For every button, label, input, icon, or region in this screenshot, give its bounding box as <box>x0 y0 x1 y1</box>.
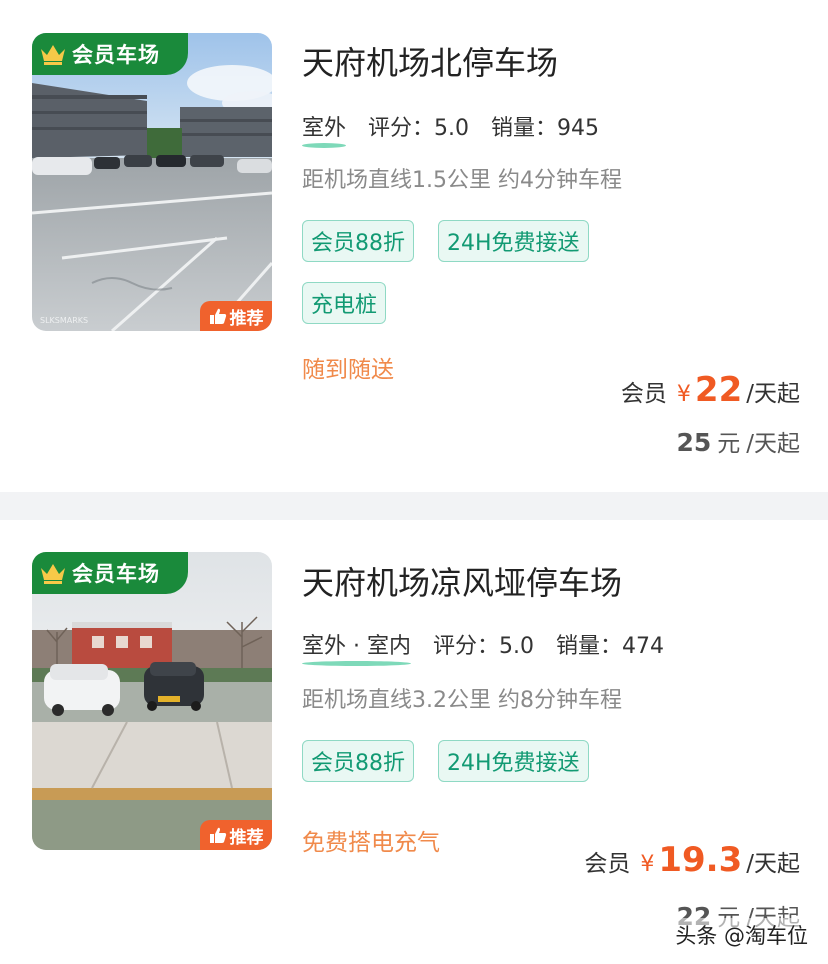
tag-free-shuttle: 24H免费接送 <box>438 740 589 782</box>
rating: 评分：5.0 <box>368 116 470 141</box>
price-unit: /天起 <box>746 431 800 457</box>
card-separator <box>0 492 828 520</box>
recommend-badge: 推荐 <box>200 820 272 850</box>
recommend-badge-text: 推荐 <box>229 827 264 848</box>
rating: 评分：5.0 <box>432 634 534 659</box>
tag-member-discount: 会员88折 <box>302 220 414 262</box>
lot-meta-row: 室外 · 室内 评分：5.0 销量：474 <box>302 628 664 666</box>
parking-lot-name[interactable]: 天府机场北停车场 <box>302 38 558 84</box>
source-watermark: 头条 @淘车位 <box>671 918 812 952</box>
price-unit: /天起 <box>746 381 800 407</box>
crown-icon <box>41 45 65 65</box>
recommend-badge-text: 推荐 <box>229 308 264 329</box>
parking-lot-photo[interactable]: 会员车场 推荐 <box>32 552 272 850</box>
parking-listing-card[interactable]: 会员车场 推荐 天府机场凉风垭停车场 室外 · 室内 评分：5.0 销量：474… <box>0 520 828 964</box>
member-price-label: 会员 <box>584 851 631 877</box>
tag-free-shuttle: 24H免费接送 <box>438 220 589 262</box>
price-unit: /天起 <box>746 851 800 877</box>
original-price-row: 25 元 /天起 <box>676 424 800 458</box>
service-feature: 随到随送 <box>302 357 394 383</box>
thumbs-up-icon <box>209 308 226 324</box>
parking-lot-image <box>32 552 272 850</box>
member-price-row: 会员 ¥ 19.3 /天起 <box>584 840 800 880</box>
distance-info: 距机场直线1.5公里 约4分钟车程 <box>302 168 622 193</box>
sales-count: 销量：945 <box>491 116 600 141</box>
sales-count: 销量：474 <box>555 634 664 659</box>
service-feature: 免费搭电充气 <box>302 830 440 856</box>
parking-lot-photo[interactable]: SLKSMARKS 会员车场 推荐 <box>32 33 272 331</box>
parking-lot-image: SLKSMARKS <box>32 33 272 331</box>
location-type: 室外 · 室内 <box>302 628 411 666</box>
yuan-label: 元 <box>717 431 741 457</box>
member-price-label: 会员 <box>620 381 667 407</box>
original-price: 25 <box>676 428 712 457</box>
location-type: 室外 <box>302 110 347 148</box>
image-watermark: SLKSMARKS <box>40 316 88 325</box>
member-lot-badge-text: 会员车场 <box>72 43 160 67</box>
thumbs-up-icon <box>209 827 226 843</box>
tag-member-discount: 会员88折 <box>302 740 414 782</box>
parking-lot-name[interactable]: 天府机场凉风垭停车场 <box>302 558 622 604</box>
member-lot-badge: 会员车场 <box>32 33 188 75</box>
member-price: 22 <box>694 370 743 410</box>
member-price: 19.3 <box>658 840 743 880</box>
member-price-row: 会员 ¥ 22 /天起 <box>621 370 800 410</box>
lot-meta-row: 室外 评分：5.0 销量：945 <box>302 110 600 148</box>
parking-listing-card[interactable]: SLKSMARKS 会员车场 推荐 天府机场北停车场 室外 评分：5.0 销量：… <box>0 0 828 492</box>
currency-symbol: ¥ <box>676 382 691 407</box>
currency-symbol: ¥ <box>640 852 655 877</box>
tag-charging-pile: 充电桩 <box>302 282 387 324</box>
member-lot-badge-text: 会员车场 <box>72 562 160 586</box>
recommend-badge: 推荐 <box>200 301 272 331</box>
distance-info: 距机场直线3.2公里 约8分钟车程 <box>302 688 622 713</box>
member-lot-badge: 会员车场 <box>32 552 188 594</box>
crown-icon <box>41 564 65 584</box>
